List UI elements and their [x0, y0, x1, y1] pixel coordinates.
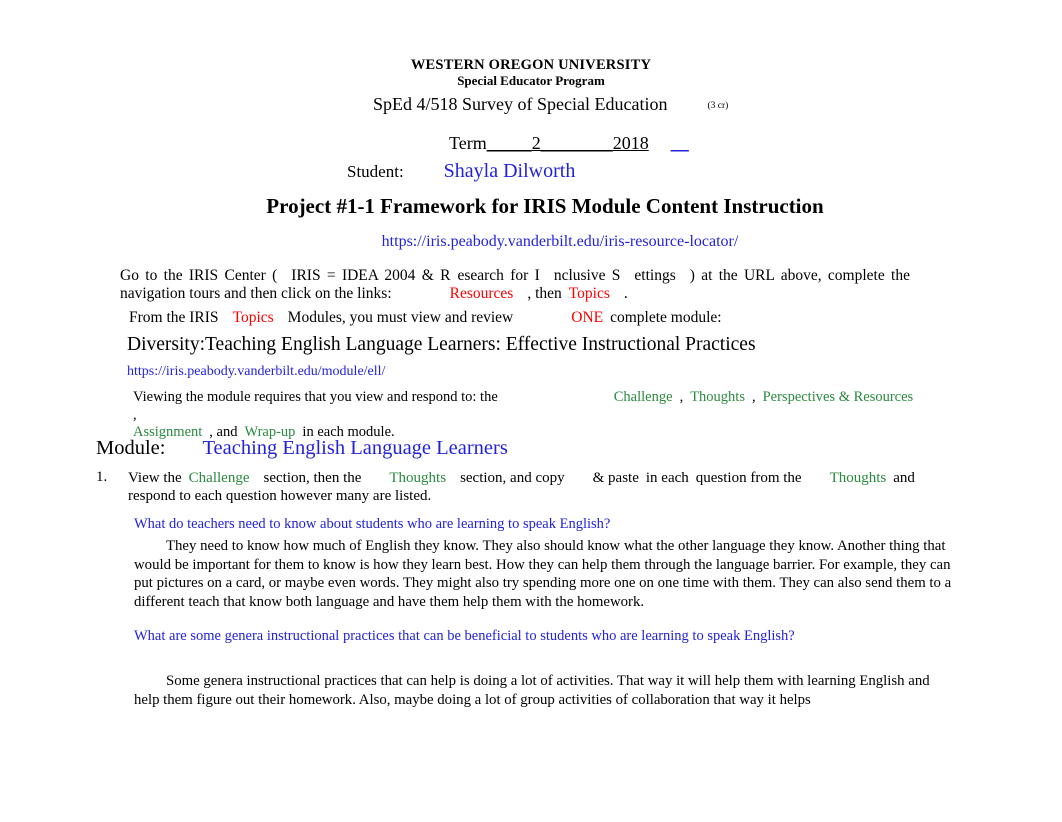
- link-topics-2[interactable]: Topics: [233, 309, 274, 326]
- page-title: Project #1-1 Framework for IRIS Module C…: [266, 194, 824, 218]
- university-name: WESTERN OREGON UNIVERSITY: [410, 57, 652, 73]
- instr2-c: complete module:: [610, 309, 722, 326]
- course-line: SpEd 4/518 Survey of Special Education (3…: [373, 94, 728, 115]
- instr2-a: From the IRIS: [129, 309, 219, 326]
- program-name: Special Educator Program: [457, 73, 605, 88]
- instr2-b: Modules, you must view and review: [287, 309, 514, 326]
- module-name: Diversity:Teaching English Language Lear…: [127, 334, 756, 355]
- student-label: Student:: [347, 162, 404, 181]
- instr-then: , then: [527, 284, 562, 302]
- course-credits: (3 cr): [707, 101, 729, 111]
- term-line: Term_____2________2018 __: [449, 133, 689, 154]
- viewing-text-a: Viewing the module requires that you vie…: [133, 389, 498, 405]
- answer-1-text: They need to know how much of English th…: [134, 538, 952, 610]
- task-b: section, then the: [263, 470, 362, 486]
- task-d: & paste: [592, 470, 639, 486]
- module-heading: Module: Teaching English Language Learner…: [96, 437, 508, 460]
- section-challenge: Challenge: [613, 389, 673, 405]
- term-label: Term: [449, 133, 487, 153]
- instr-text-d: nclusive S: [553, 267, 621, 284]
- answer-2-text: Some genera instructional practices that…: [134, 673, 930, 708]
- instructions-paragraph-1: Go to the IRIS Center ( IRIS = IDEA 2004 …: [120, 267, 910, 302]
- question-1: What do teachers need to know about stud…: [134, 516, 611, 532]
- student-line: Student: Shayla Dilworth: [347, 160, 575, 183]
- task-instruction: View the Challenge section, then the Though…: [128, 469, 950, 505]
- task-a: View the: [128, 470, 182, 486]
- task-c: section, and copy: [460, 470, 565, 486]
- task-thoughts-2: Thoughts: [829, 470, 887, 486]
- instr-text-e: ettings: [634, 267, 676, 284]
- iris-resource-locator-link[interactable]: https://iris.peabody.vanderbilt.edu/iris…: [0, 233, 1062, 251]
- module-url-link[interactable]: https://iris.peabody.vanderbilt.edu/modu…: [127, 364, 385, 380]
- question-2: What are some genera instructional pract…: [134, 628, 795, 644]
- viewing-requirements: Viewing the module requires that you vie…: [133, 389, 943, 442]
- task-e: in each: [645, 470, 689, 486]
- viewing-comma-1: ,: [679, 389, 684, 405]
- instructions-paragraph-2: From the IRIS Topics Modules, you must vie…: [129, 309, 929, 327]
- viewing-comma-3: ,: [133, 406, 137, 423]
- link-topics[interactable]: Topics: [569, 285, 610, 302]
- term-year: 2018: [612, 133, 649, 153]
- emphasis-one: ONE: [571, 309, 604, 326]
- section-perspectives-resources: Perspectives & Resources: [762, 389, 914, 405]
- task-g: and: [893, 470, 915, 486]
- term-blank-2: ________: [540, 133, 613, 153]
- instr-text-b: IRIS = IDEA 2004 & R: [291, 267, 451, 284]
- term-blank-1: _____: [486, 133, 532, 153]
- viewing-comma-2: ,: [751, 389, 756, 405]
- answer-2[interactable]: Some genera instructional practices that…: [134, 672, 952, 709]
- answer-1[interactable]: They need to know how much of English th…: [134, 537, 952, 611]
- section-thoughts: Thoughts: [690, 389, 745, 405]
- task-h: respond to each question however many ar…: [128, 488, 432, 504]
- task-challenge: Challenge: [188, 470, 250, 486]
- task-number: 1.: [96, 469, 108, 485]
- term-value: 2: [531, 133, 541, 153]
- document-page: WESTERN OREGON UNIVERSITY Special Educat…: [0, 0, 1062, 822]
- module-heading-label: Module:: [96, 437, 166, 459]
- task-f: question from the: [695, 470, 802, 486]
- term-blank-3: __: [670, 133, 689, 153]
- instr-text-c: esearch for I: [457, 267, 540, 284]
- instr-period: .: [623, 284, 628, 302]
- task-thoughts-1: Thoughts: [389, 470, 447, 486]
- course-title: SpEd 4/518 Survey of Special Education: [373, 94, 668, 114]
- module-heading-value: Teaching English Language Learners: [202, 437, 508, 459]
- link-resources[interactable]: Resources: [450, 285, 514, 302]
- instr-text-a: Go to the IRIS Center (: [120, 267, 278, 284]
- student-name: Shayla Dilworth: [443, 160, 576, 182]
